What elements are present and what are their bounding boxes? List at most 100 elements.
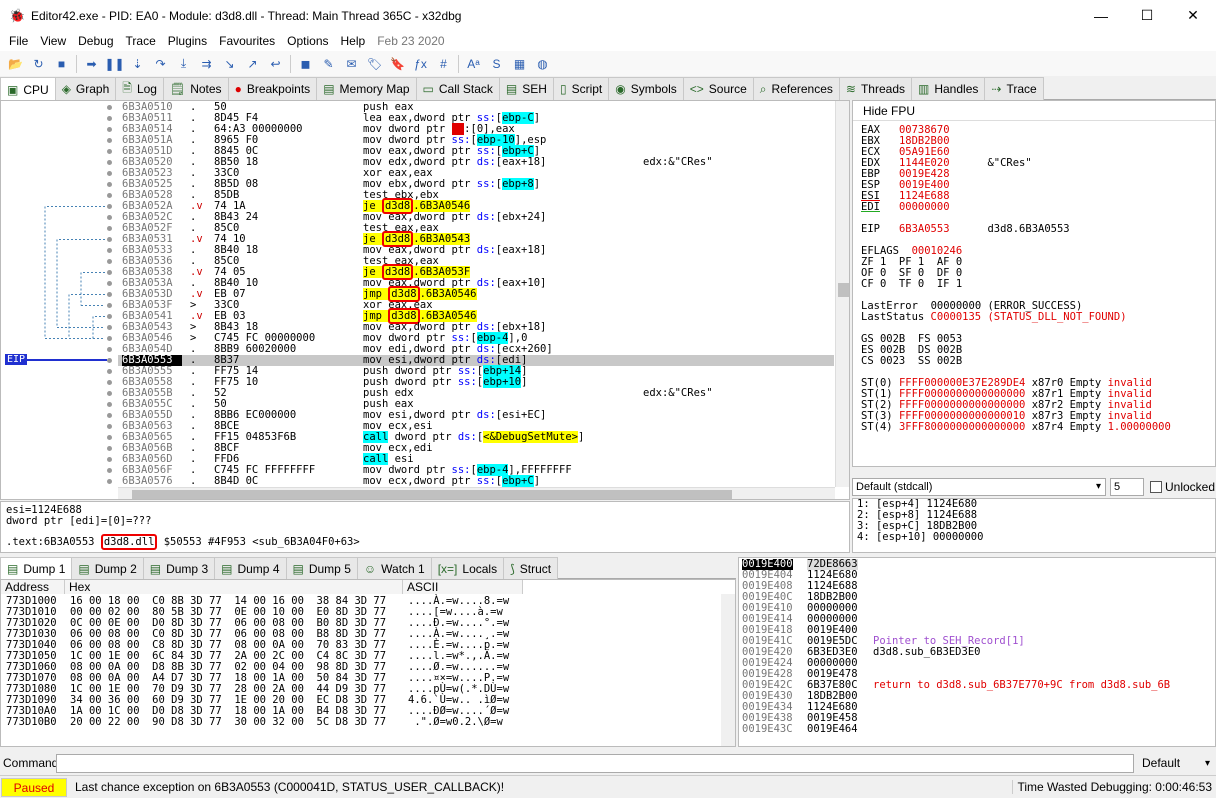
tab-seh[interactable]: ▤ SEH bbox=[498, 77, 554, 100]
help-icon[interactable]: ◍ bbox=[531, 54, 554, 74]
unlocked-checkbox[interactable] bbox=[1150, 481, 1162, 493]
menu-help[interactable]: Help bbox=[335, 34, 372, 48]
fpu-st-row[interactable]: ST(4) 3FFF8000000000000000 x87r4 Empty 1… bbox=[853, 422, 1215, 433]
breakpoint-dot[interactable] bbox=[107, 347, 112, 352]
trace-over-icon[interactable]: ↗ bbox=[241, 54, 264, 74]
stack-view[interactable]: 0019E400 72DE8663 0019E404 1124E680 0019E408… bbox=[738, 557, 1216, 747]
menu-favourites[interactable]: Favourites bbox=[213, 34, 281, 48]
breakpoint-dot[interactable] bbox=[107, 292, 112, 297]
breakpoint-dot[interactable] bbox=[107, 171, 112, 176]
breakpoint-dot[interactable] bbox=[107, 303, 112, 308]
patch-icon[interactable]: ✎ bbox=[317, 54, 340, 74]
hash-icon[interactable]: # bbox=[432, 54, 455, 74]
breakpoint-dot[interactable] bbox=[107, 160, 112, 165]
menu-options[interactable]: Options bbox=[281, 34, 334, 48]
tab-notes[interactable]: 🗒 Notes bbox=[162, 77, 229, 100]
animate-icon[interactable]: ⇉ bbox=[195, 54, 218, 74]
tab-source[interactable]: <> Source bbox=[682, 77, 754, 100]
arguments-panel[interactable]: 1: [esp+4] 1124E680 2: [esp+8] 1124E688 3:… bbox=[852, 498, 1216, 553]
breakpoint-dot[interactable] bbox=[107, 182, 112, 187]
run-to-user-icon[interactable]: ⤓ bbox=[172, 54, 195, 74]
tab-dump-4[interactable]: ▤ Dump 4 bbox=[214, 557, 287, 579]
breakpoint-dot[interactable] bbox=[107, 457, 112, 462]
breakpoint-dot[interactable] bbox=[107, 468, 112, 473]
tab-dump-3[interactable]: ▤ Dump 3 bbox=[142, 557, 216, 579]
calculator-icon[interactable]: ▦ bbox=[508, 54, 531, 74]
tab-breakpoints[interactable]: ● Breakpoints bbox=[227, 77, 318, 100]
tab-threads[interactable]: ≋ Threads bbox=[838, 77, 912, 100]
disasm-horizontal-scrollbar[interactable] bbox=[118, 487, 835, 499]
memory-dump[interactable]: Address Hex ASCII 773D1000 16 00 18 00 C0… bbox=[0, 579, 736, 747]
breakpoint-dot[interactable] bbox=[107, 226, 112, 231]
maximize-button[interactable]: ☐ bbox=[1124, 0, 1170, 31]
dump-row[interactable]: 773D10B0 20 00 22 00 90 D8 3D 77 30 00 32… bbox=[1, 717, 721, 728]
scylla-icon[interactable]: ◼ bbox=[294, 54, 317, 74]
breakpoint-dot[interactable] bbox=[107, 215, 112, 220]
pause-icon[interactable]: ❚❚ bbox=[103, 54, 126, 74]
bookmark-icon[interactable]: 🔖 bbox=[386, 54, 409, 74]
last-status[interactable]: LastStatus C0000135 (STATUS_DLL_NOT_FOUN… bbox=[853, 312, 1215, 323]
string-icon[interactable]: S bbox=[485, 54, 508, 74]
tab-struct[interactable]: ⟆ Struct bbox=[503, 557, 559, 579]
tab-dump-5[interactable]: ▤ Dump 5 bbox=[285, 557, 358, 579]
disassembly-view[interactable]: 6B3A0510. 50 push eax 6B3A0511. 8D45 F4 lea e… bbox=[0, 100, 850, 500]
breakpoint-dot[interactable] bbox=[107, 314, 112, 319]
tab-symbols[interactable]: ◉ Symbols bbox=[608, 77, 684, 100]
tab-dump-1[interactable]: ▤ Dump 1 bbox=[0, 557, 73, 579]
step-into-icon[interactable]: ⇣ bbox=[126, 54, 149, 74]
tab-memory-map[interactable]: ▤ Memory Map bbox=[316, 77, 417, 100]
step-over-icon[interactable]: ↷ bbox=[149, 54, 172, 74]
tab-trace[interactable]: ⇢ Trace bbox=[984, 77, 1044, 100]
breakpoint-dot[interactable] bbox=[107, 248, 112, 253]
tab-call-stack[interactable]: ▭ Call Stack bbox=[415, 77, 500, 100]
breakpoint-dot[interactable] bbox=[107, 424, 112, 429]
breakpoint-dot[interactable] bbox=[107, 116, 112, 121]
breakpoint-dot[interactable] bbox=[107, 138, 112, 143]
breakpoint-dot[interactable] bbox=[107, 259, 112, 264]
tab-script[interactable]: ▯ Script bbox=[552, 77, 610, 100]
argument-count-spinner[interactable]: 5 bbox=[1110, 478, 1144, 496]
command-input[interactable] bbox=[56, 753, 1134, 773]
breakpoint-dot[interactable] bbox=[107, 237, 112, 242]
calling-convention-select[interactable]: Default (stdcall) bbox=[852, 478, 1106, 496]
breakpoint-dot[interactable] bbox=[107, 336, 112, 341]
breakpoint-dot[interactable] bbox=[107, 127, 112, 132]
command-mode-select[interactable]: Default bbox=[1138, 754, 1214, 773]
menu-debug[interactable]: Debug bbox=[72, 34, 119, 48]
breakpoint-dot[interactable] bbox=[107, 391, 112, 396]
restart-icon[interactable]: ↻ bbox=[27, 54, 50, 74]
dump-header-hex[interactable]: Hex bbox=[65, 580, 403, 594]
segment-row[interactable]: CS 0023 SS 002B bbox=[853, 356, 1215, 367]
breakpoint-dot[interactable] bbox=[107, 193, 112, 198]
tab-dump-2[interactable]: ▤ Dump 2 bbox=[71, 557, 144, 579]
hide-fpu-button[interactable]: Hide FPU bbox=[853, 101, 1215, 121]
breakpoint-dot[interactable] bbox=[107, 446, 112, 451]
tab-references[interactable]: ⌕ References bbox=[752, 77, 840, 100]
breakpoint-dot[interactable] bbox=[107, 270, 112, 275]
breakpoint-dot[interactable] bbox=[107, 479, 112, 484]
breakpoint-dot[interactable] bbox=[107, 380, 112, 385]
register-eip[interactable]: EIP 6B3A0553 d3d8.6B3A0553 bbox=[853, 224, 1215, 235]
dump-scrollbar[interactable] bbox=[721, 594, 735, 746]
function-icon[interactable]: ƒx bbox=[409, 54, 432, 74]
dump-header-address[interactable]: Address bbox=[1, 580, 65, 594]
tab-log[interactable]: 🗎 Log bbox=[115, 77, 164, 100]
disasm-address[interactable]: 6B3A0576 bbox=[122, 476, 182, 487]
tab-locals[interactable]: [x=] Locals bbox=[430, 557, 505, 579]
font-icon[interactable]: Aᵃ bbox=[462, 54, 485, 74]
breakpoint-dot[interactable] bbox=[107, 105, 112, 110]
flags-row[interactable]: CF 0 TF 0 IF 1 bbox=[853, 279, 1215, 290]
menu-view[interactable]: View bbox=[34, 34, 72, 48]
breakpoint-dot[interactable] bbox=[107, 402, 112, 407]
comment-icon[interactable]: ✉ bbox=[340, 54, 363, 74]
label-icon[interactable]: 🏷 bbox=[363, 54, 386, 74]
disasm-vertical-scrollbar[interactable] bbox=[835, 101, 849, 487]
stop-icon[interactable]: ■ bbox=[50, 54, 73, 74]
minimize-button[interactable]: — bbox=[1078, 0, 1124, 31]
breakpoint-dot[interactable] bbox=[107, 369, 112, 374]
tab-cpu[interactable]: ▣ CPU bbox=[0, 77, 56, 101]
disasm-instruction[interactable]: mov ecx,dword ptr ss:[ebp+C] bbox=[363, 475, 638, 487]
tab-graph[interactable]: ◈ Graph bbox=[54, 77, 117, 100]
argument-row[interactable]: 4: [esp+10] 00000000 bbox=[857, 532, 1211, 543]
breakpoint-dot[interactable] bbox=[107, 204, 112, 209]
